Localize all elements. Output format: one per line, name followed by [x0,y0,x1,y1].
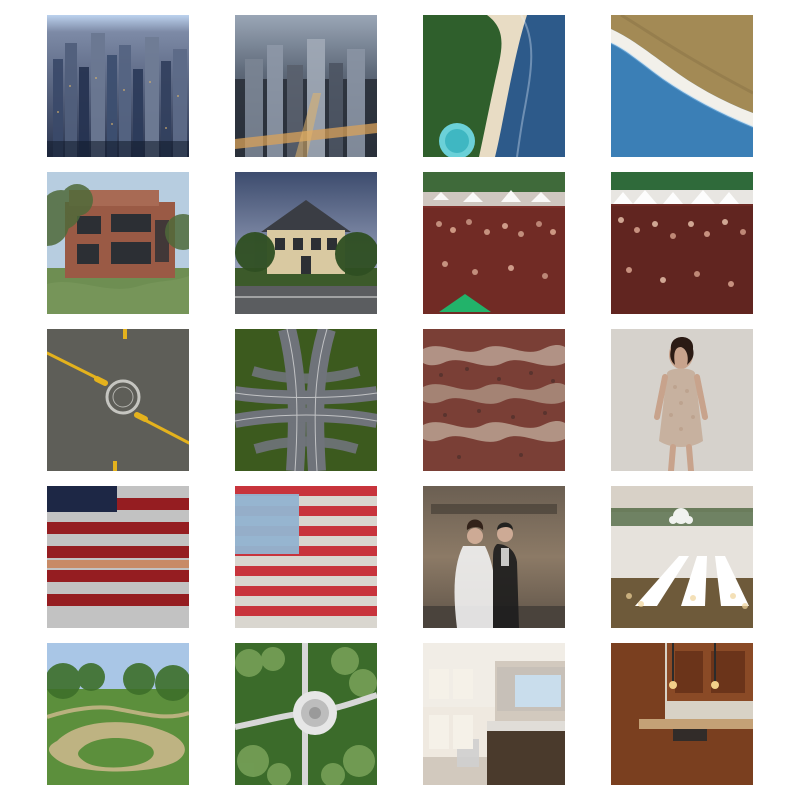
image-highway-interchange-aerial [235,329,377,471]
park-plaza-graphic [235,643,377,785]
classic-house-graphic [235,172,377,314]
image-coastline-shore-aerial [611,15,753,157]
fabric-graphic [423,329,565,471]
image-park-trail [47,643,189,785]
highway-interchange-graphic [235,329,377,471]
image-modern-brick-house [47,172,189,314]
image-banquet-hall [611,486,753,628]
banquet-hall-graphic [611,486,753,628]
image-city-skyline-aerial-1 [47,15,189,157]
city-skyline-graphic [47,15,189,157]
flag-graphic-1 [47,486,189,628]
image-american-flag-1 [47,486,189,628]
white-kitchen-graphic [423,643,565,785]
coastline-shore-graphic [611,15,753,157]
image-festival-crowd-1 [423,172,565,314]
image-park-plaza-aerial [235,643,377,785]
festival-crowd-graphic-2 [611,172,753,314]
park-trail-graphic [47,643,189,785]
image-city-downtown-aerial [235,15,377,157]
wood-kitchen-graphic [611,643,753,785]
city-downtown-graphic [235,15,377,157]
roundabout-graphic [47,329,189,471]
image-classic-villa-house [235,172,377,314]
image-patterned-fabric [423,329,565,471]
modern-house-graphic [47,172,189,314]
image-wedding-couple [423,486,565,628]
image-white-kitchen [423,643,565,785]
image-coastline-beach-aerial [423,15,565,157]
flag-graphic-2 [235,486,377,628]
image-roundabout-aerial [47,329,189,471]
wedding-couple-graphic [423,486,565,628]
image-woman-in-dress [611,329,753,471]
image-american-flag-2 [235,486,377,628]
image-festival-crowd-2 [611,172,753,314]
image-grid [0,0,800,800]
festival-crowd-graphic [423,172,565,314]
image-wood-kitchen [611,643,753,785]
coastline-beach-graphic [423,15,565,157]
dress-graphic [611,329,753,471]
